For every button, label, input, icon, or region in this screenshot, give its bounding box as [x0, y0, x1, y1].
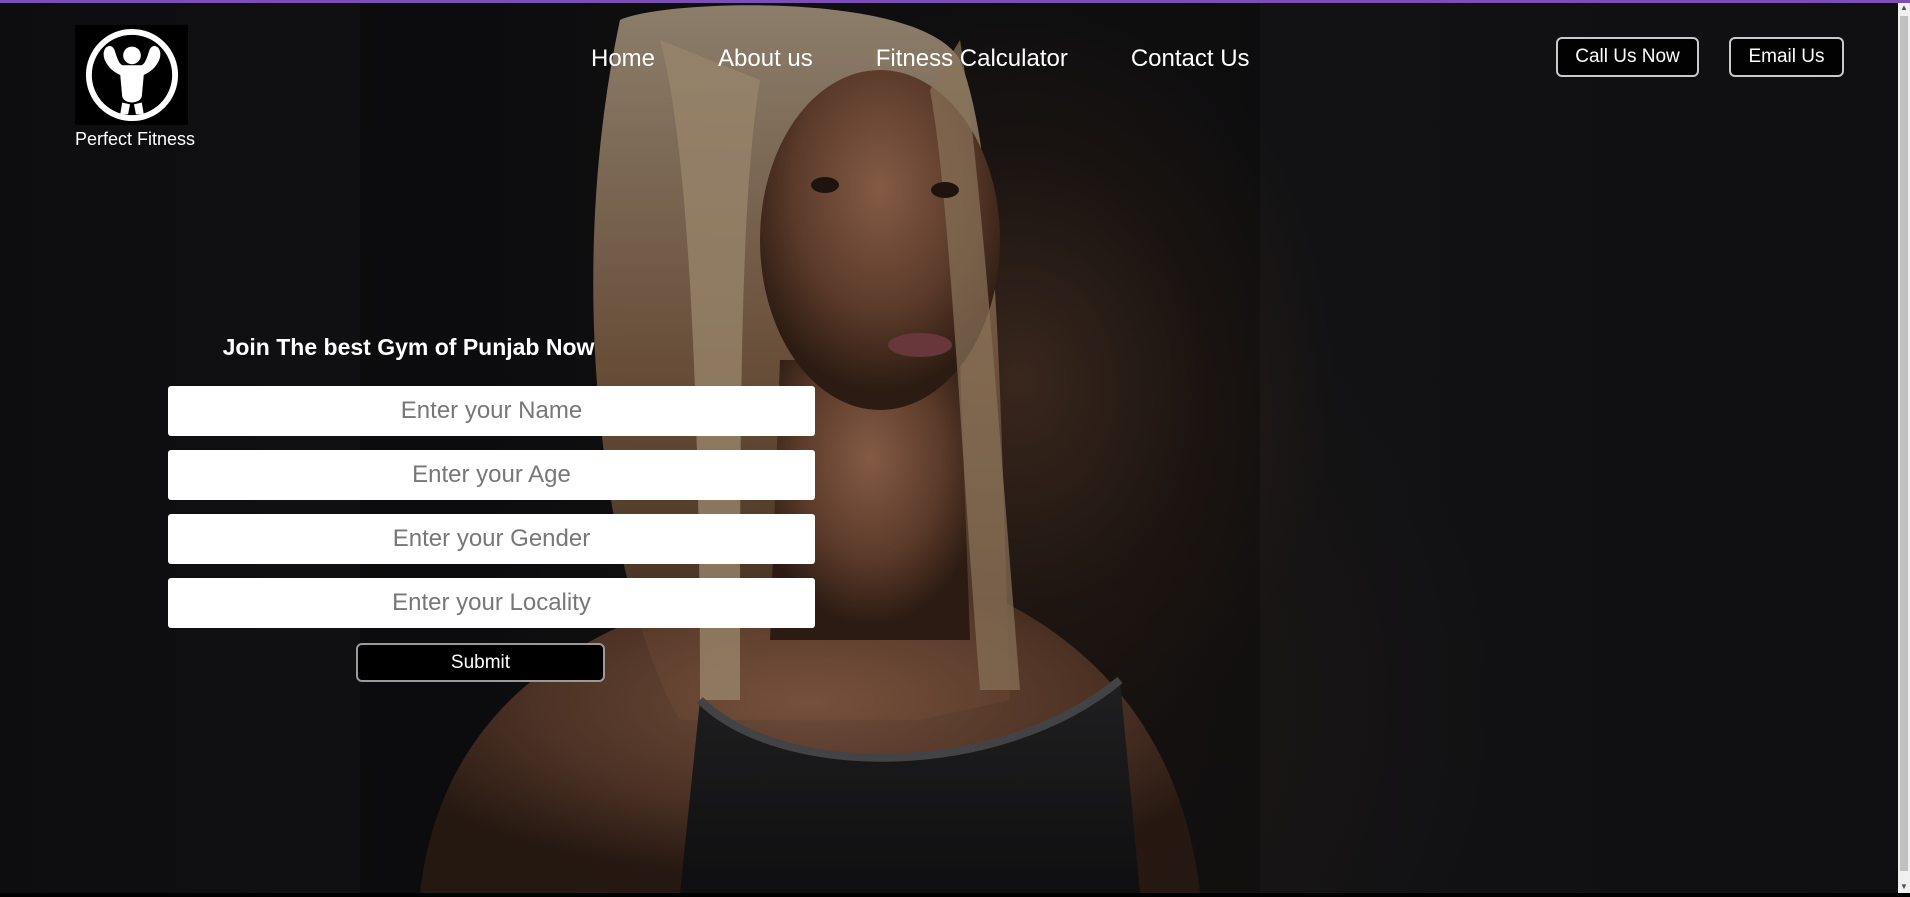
hero-photo: [360, 0, 1260, 893]
age-input[interactable]: [168, 450, 815, 500]
name-input[interactable]: [168, 386, 815, 436]
woman-portrait-image: [360, 0, 1260, 893]
email-us-button[interactable]: Email Us: [1729, 37, 1844, 77]
call-us-now-button[interactable]: Call Us Now: [1556, 37, 1699, 77]
gender-input[interactable]: [168, 514, 815, 564]
submit-button[interactable]: Submit: [356, 643, 605, 682]
flexing-bodybuilder-icon: [85, 28, 178, 122]
join-form-title: Join The best Gym of Punjab Now: [222, 334, 595, 360]
scroll-down-arrow-icon[interactable]: ▼: [1898, 879, 1910, 893]
brand-logo[interactable]: [75, 25, 188, 125]
nav-fitness-calculator[interactable]: Fitness Calculator: [876, 44, 1068, 74]
nav-about-us[interactable]: About us: [718, 44, 813, 74]
bottom-edge: [0, 893, 1910, 897]
top-accent-bar: [0, 0, 1910, 3]
nav-home[interactable]: Home: [591, 44, 655, 74]
nav-contact-us[interactable]: Contact Us: [1131, 44, 1250, 74]
locality-input[interactable]: [168, 578, 815, 628]
main-nav: Home About us Fitness Calculator Contact…: [591, 44, 1250, 74]
page-viewport: Perfect Fitness Home About us Fitness Ca…: [0, 0, 1898, 893]
vertical-scrollbar[interactable]: ▲ ▼: [1898, 0, 1910, 893]
brand-name: Perfect Fitness: [75, 129, 196, 149]
scrollbar-thumb[interactable]: [1900, 16, 1908, 871]
